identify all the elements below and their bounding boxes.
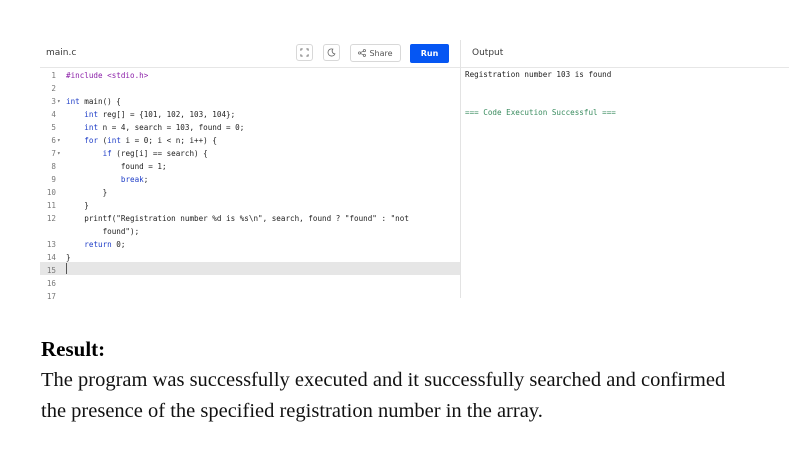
code-area[interactable]: 1 #include <stdio.h> 2 3 ▾ int main() {4 int …	[40, 68, 460, 301]
fold-arrow-icon[interactable]: ▾	[57, 147, 63, 160]
code-text: int n = 4, search = 103, found = 0;	[84, 123, 245, 132]
fold-arrow-icon[interactable]: ▾	[57, 134, 63, 147]
code-text: printf("Registration number %d is %s\n",…	[66, 214, 409, 223]
line-number: 9	[51, 175, 56, 184]
code-line: 14}	[40, 251, 460, 264]
output-panel: Registration number 103 is found === Cod…	[461, 68, 789, 298]
code-line: 3 ▾ int main() {	[40, 95, 460, 108]
code-text: }	[66, 188, 108, 197]
code-line: 13 return 0;	[40, 238, 460, 251]
result-paragraph: The program was successfully executed an…	[41, 369, 726, 422]
line-number: 5	[51, 123, 56, 132]
editor-toolbar: main.c Share Run	[40, 40, 460, 68]
line-number: 6	[51, 136, 56, 145]
share-button[interactable]: Share	[350, 44, 401, 62]
code-line: 17	[40, 290, 460, 303]
share-icon	[358, 49, 367, 57]
theme-toggle-icon	[327, 48, 336, 57]
code-line: 7 ▾ if (reg[i] == search) {	[40, 147, 460, 160]
code-line: 6 ▾ for (int i = 0; i < n; i++) {	[40, 134, 460, 147]
code-text: found");	[66, 227, 140, 236]
code-line: 5 int n = 4, search = 103, found = 0;	[40, 121, 460, 134]
code-line: found");	[40, 225, 460, 238]
line-number: 14	[46, 253, 56, 262]
output-title: Output	[472, 48, 504, 58]
code-text: return 0;	[84, 240, 126, 249]
share-label: Share	[369, 48, 393, 58]
line-number: 17	[46, 292, 56, 301]
output-result-line: Registration number 103 is found	[465, 70, 612, 79]
code-text: for (int i = 0; i < n; i++) {	[84, 136, 217, 145]
line-number: 13	[46, 240, 56, 249]
line-number: 12	[46, 214, 56, 223]
code-line: 16	[40, 277, 460, 290]
code-line: 4 int reg[] = {101, 102, 103, 104};	[40, 108, 460, 121]
line-number: 10	[46, 188, 56, 197]
line-number: 7	[51, 149, 56, 158]
line-number: 15	[46, 266, 56, 275]
code-editor: main.c Share Run Output 1 #include <stdi…	[40, 40, 789, 301]
code-line: 1 #include <stdio.h>	[40, 69, 460, 82]
theme-toggle-button[interactable]	[323, 44, 340, 61]
fold-arrow-icon[interactable]: ▾	[57, 95, 63, 108]
code-line: 9 break;	[40, 173, 460, 186]
fullscreen-icon	[300, 48, 309, 57]
code-text: }	[66, 201, 89, 210]
file-tab[interactable]: main.c	[46, 48, 76, 58]
line-number: 16	[46, 279, 56, 288]
fullscreen-button[interactable]	[296, 44, 313, 61]
code-line: 10 }	[40, 186, 460, 199]
code-line: 12 printf("Registration number %d is %s\…	[40, 212, 460, 225]
line-number: 4	[51, 110, 56, 119]
code-text: found = 1;	[66, 162, 167, 171]
code-text: int reg[] = {101, 102, 103, 104};	[84, 110, 236, 119]
text-cursor	[66, 263, 67, 274]
run-button[interactable]: Run	[410, 44, 449, 63]
result-heading: Result:	[41, 337, 106, 361]
code-line: 15	[40, 264, 460, 277]
line-number: 3	[51, 97, 56, 106]
line-number: 2	[51, 84, 56, 93]
line-number: 11	[46, 201, 56, 210]
code-text: if (reg[i] == search) {	[102, 149, 208, 158]
code-text: #include <stdio.h>	[66, 71, 149, 80]
code-line: 2	[40, 82, 460, 95]
output-status-line: === Code Execution Successful ===	[465, 108, 616, 117]
line-number: 1	[51, 71, 56, 80]
output-toolbar: Output	[461, 40, 789, 68]
code-text: break;	[120, 175, 149, 184]
code-text: int main() {	[66, 97, 121, 106]
line-number: 8	[51, 162, 56, 171]
code-line: 8 found = 1;	[40, 160, 460, 173]
code-line: 11 }	[40, 199, 460, 212]
